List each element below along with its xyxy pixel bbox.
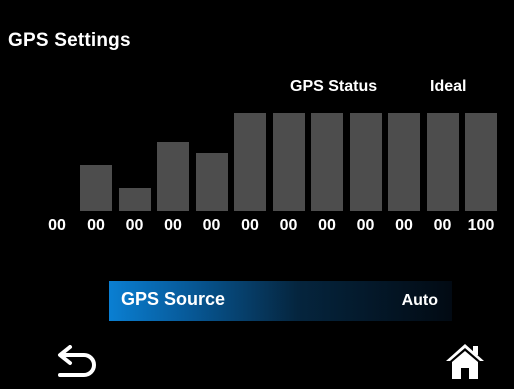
signal-value-label: 00 [241, 217, 259, 234]
signal-value-label: 00 [318, 217, 336, 234]
gps-status-value: Ideal [430, 78, 467, 95]
signal-value-label: 00 [395, 217, 413, 234]
signal-bar-6 [272, 113, 305, 211]
signal-bar-3 [157, 142, 189, 211]
signal-value-label: 00 [125, 217, 144, 234]
signal-bar-11 [465, 113, 497, 211]
signal-bar-7 [311, 113, 343, 211]
signal-strength-bars [80, 113, 497, 211]
home-icon [446, 344, 484, 379]
signal-value-label: 00 [164, 217, 182, 234]
home-button[interactable] [444, 341, 486, 381]
signal-value-label: 100 [467, 217, 495, 234]
gps-source-value: Auto [401, 292, 438, 309]
signal-bar-9 [388, 113, 420, 211]
signal-value-label: 00 [48, 217, 66, 234]
signal-value-label: 00 [356, 217, 375, 234]
signal-bar-2 [118, 188, 151, 211]
signal-value-label: 00 [433, 217, 452, 234]
gps-source-label: GPS Source [121, 289, 226, 309]
signal-bar-8 [349, 113, 382, 211]
signal-value-label: 00 [87, 217, 105, 234]
gps-source-row[interactable]: GPS Source Auto [109, 281, 452, 321]
signal-strength-labels: 00 00 00 00 00 00 00 00 00 00 00 100 [40, 217, 510, 239]
page-title: GPS Settings [8, 30, 131, 51]
signal-value-label: 00 [279, 217, 298, 234]
back-button[interactable] [54, 345, 98, 379]
signal-bar-10 [426, 113, 459, 211]
signal-bar-5 [234, 113, 266, 211]
gps-settings-screen: GPS Settings GPS Status Ideal 00 00 00 00 00… [0, 0, 514, 389]
signal-value-label: 00 [202, 217, 221, 234]
signal-bar-4 [195, 153, 228, 211]
signal-bar-1 [80, 165, 112, 211]
gps-status-label: GPS Status [290, 78, 378, 95]
back-arrow-icon [58, 345, 96, 377]
